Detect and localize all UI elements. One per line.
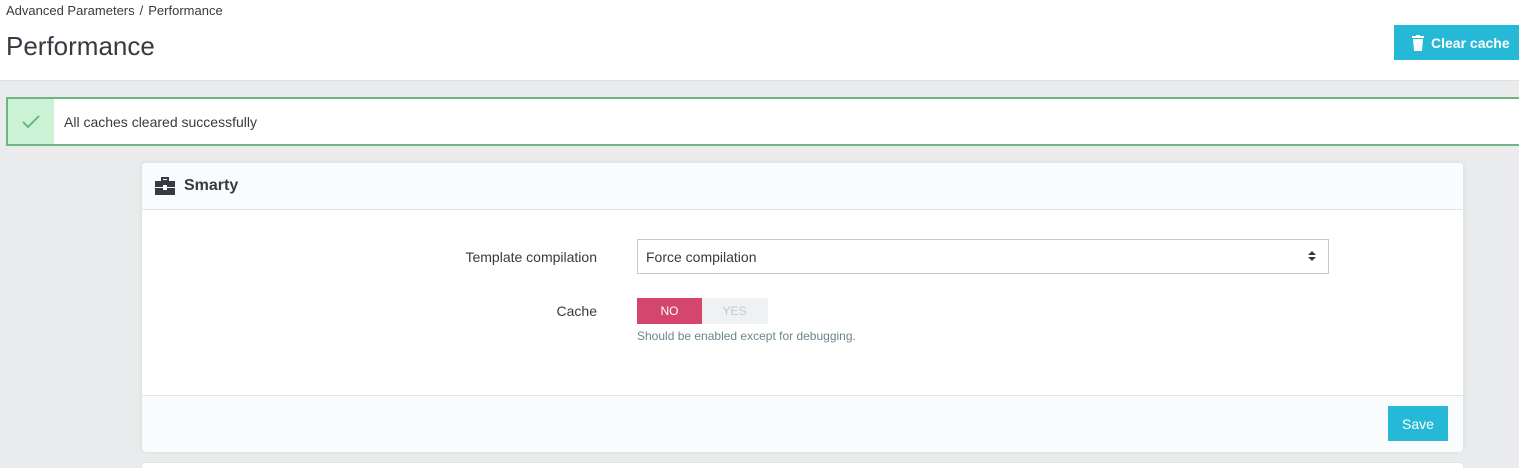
clear-cache-button[interactable]: Clear cache (1394, 25, 1519, 60)
cache-yes-option[interactable]: YES (702, 298, 767, 324)
toolbox-icon (155, 177, 175, 195)
next-card (141, 462, 1464, 468)
template-compilation-label: Template compilation (465, 249, 597, 265)
cache-help-text: Should be enabled except for debugging. (637, 329, 856, 343)
page-header: Advanced Parameters / Performance Performa… (0, 0, 1519, 81)
breadcrumb-separator: / (139, 3, 144, 18)
save-button[interactable]: Save (1388, 406, 1448, 441)
smarty-card: Smarty Template compilation Force compil… (141, 162, 1464, 452)
card-header: Smarty (142, 163, 1463, 210)
success-alert: All caches cleared successfully (6, 97, 1519, 146)
alert-message: All caches cleared successfully (64, 113, 257, 130)
cache-toggle[interactable]: NO YES (637, 298, 768, 324)
trash-icon (1412, 34, 1424, 51)
breadcrumb-parent[interactable]: Advanced Parameters (6, 3, 135, 18)
page-title: Performance (6, 31, 155, 61)
breadcrumb-current: Performance (148, 3, 223, 18)
template-compilation-select[interactable]: Force compilation (637, 239, 1329, 274)
card-footer: Save (142, 395, 1463, 452)
cache-label: Cache (556, 303, 597, 319)
check-icon (8, 99, 54, 144)
template-compilation-value: Force compilation (646, 248, 757, 265)
breadcrumb: Advanced Parameters / Performance (6, 3, 223, 18)
cache-no-option[interactable]: NO (637, 298, 702, 324)
card-title: Smarty (184, 177, 239, 194)
clear-cache-label: Clear cache (1431, 34, 1510, 51)
select-caret-icon (1308, 250, 1316, 262)
